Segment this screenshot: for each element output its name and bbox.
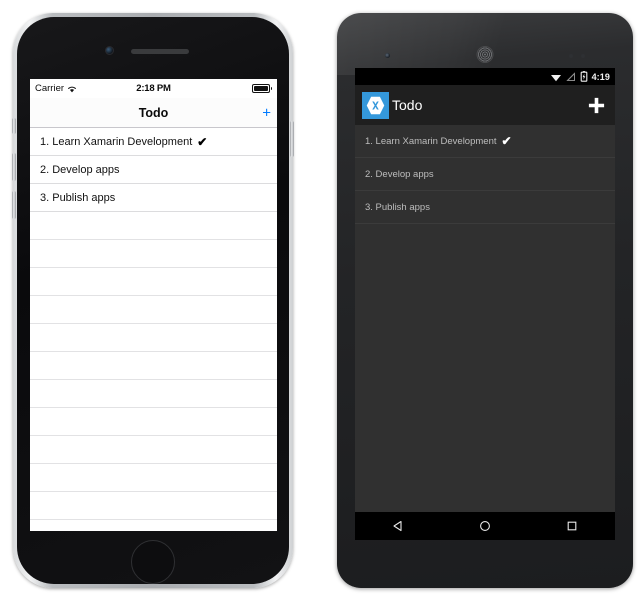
back-triangle-icon (393, 520, 402, 532)
battery-charging-icon (580, 71, 587, 82)
plus-icon (588, 97, 604, 113)
android-status-bar: 4:19 (355, 68, 615, 85)
ios-carrier-group: Carrier (35, 83, 77, 94)
table-row-empty (30, 436, 277, 464)
table-row[interactable]: 2. Develop apps (30, 156, 277, 184)
android-screen: 4:19 Todo 1. Learn Xamarin Development ✔ 2… (355, 68, 615, 540)
home-circle-icon (480, 521, 490, 531)
silent-switch[interactable] (12, 118, 16, 134)
table-row-empty (30, 492, 277, 520)
back-button[interactable] (379, 512, 417, 540)
table-row-empty (30, 380, 277, 408)
ios-nav-bar: Todo + (30, 98, 277, 128)
table-row-empty (30, 464, 277, 492)
wifi-icon (550, 74, 561, 81)
table-row[interactable]: 3. Publish apps (30, 184, 277, 212)
list-item-label: 3. Publish apps (365, 201, 430, 213)
proximity-sensor-icon (569, 54, 573, 58)
checkmark-icon: ✔ (197, 134, 208, 149)
table-row-empty (30, 352, 277, 380)
table-row-empty (30, 268, 277, 296)
volume-down-button[interactable] (12, 191, 16, 219)
front-camera-icon (105, 46, 114, 55)
table-row-empty (30, 240, 277, 268)
list-item-label: 2. Develop apps (365, 168, 434, 180)
home-button[interactable] (466, 512, 504, 540)
table-row[interactable]: 1. Learn Xamarin Development ✔ (30, 128, 277, 156)
ios-status-bar: Carrier 2:18 PM (30, 79, 277, 98)
list-item[interactable]: 1. Learn Xamarin Development ✔ (355, 125, 615, 158)
add-item-button[interactable] (585, 94, 607, 116)
iphone-device-mockup: Carrier 2:18 PM Todo + 1. Learn Xamarin … (12, 13, 294, 588)
android-device-mockup: 4:19 Todo 1. Learn Xamarin Development ✔ 2… (337, 13, 633, 588)
list-item-label: 2. Develop apps (40, 163, 120, 176)
list-item-label: 1. Learn Xamarin Development (40, 135, 193, 148)
ios-todo-list[interactable]: 1. Learn Xamarin Development ✔ 2. Develop … (30, 128, 277, 531)
ios-screen: Carrier 2:18 PM Todo + 1. Learn Xamarin … (30, 79, 277, 531)
table-row-empty (30, 212, 277, 240)
list-item[interactable]: 3. Publish apps (355, 191, 615, 224)
battery-full-icon (251, 84, 272, 93)
recents-square-icon (567, 521, 576, 531)
table-row-empty (30, 324, 277, 352)
recents-button[interactable] (553, 512, 591, 540)
power-button[interactable] (290, 121, 294, 157)
volume-up-button[interactable] (12, 153, 16, 181)
checkmark-icon: ✔ (501, 134, 512, 148)
table-row-empty (30, 296, 277, 324)
list-item-label: 1. Learn Xamarin Development (365, 135, 497, 147)
no-sim-signal-icon (565, 71, 575, 81)
xamarin-logo-icon (362, 91, 389, 119)
list-item-label: 3. Publish apps (40, 191, 116, 204)
wifi-icon (68, 86, 76, 92)
table-row-empty (30, 520, 277, 531)
android-action-bar: Todo (355, 85, 615, 125)
android-todo-list[interactable]: 1. Learn Xamarin Development ✔ 2. Develop … (355, 125, 615, 512)
ios-carrier-label: Carrier (35, 83, 65, 94)
add-item-button[interactable]: + (262, 105, 271, 120)
android-clock: 4:19 (591, 71, 610, 82)
earpiece-speaker-icon (131, 49, 189, 54)
page-title: Todo (138, 105, 169, 120)
table-row-empty (30, 408, 277, 436)
app-title: Todo (392, 97, 423, 113)
front-camera-icon (385, 53, 390, 58)
android-navigation-bar (355, 512, 615, 540)
home-button-icon[interactable] (131, 540, 175, 584)
list-item[interactable]: 2. Develop apps (355, 158, 615, 191)
earpiece-speaker-icon (476, 46, 494, 63)
proximity-sensor-icon (581, 54, 585, 58)
